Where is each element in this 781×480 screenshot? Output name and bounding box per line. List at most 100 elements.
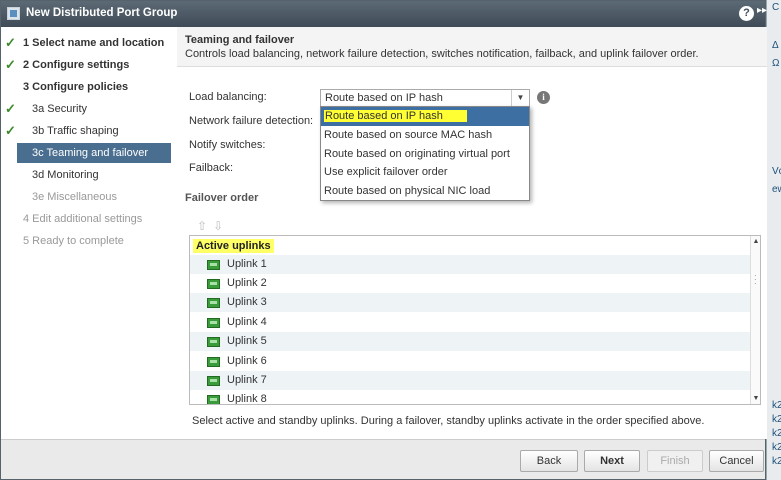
uplink-label: Uplink 2 bbox=[227, 277, 267, 289]
step-security[interactable]: ✓ 3a Security bbox=[1, 99, 177, 119]
expand-icon[interactable]: ▸▸ bbox=[757, 5, 767, 16]
step-label: 3a Security bbox=[32, 103, 88, 115]
step-monitoring[interactable]: 3d Monitoring bbox=[1, 165, 177, 185]
checkmark-icon: ✓ bbox=[5, 57, 16, 72]
scroll-up-icon[interactable]: ▲ bbox=[751, 238, 760, 245]
step-miscellaneous: 3e Miscellaneous bbox=[1, 187, 177, 207]
step-traffic-shaping[interactable]: ✓ 3b Traffic shaping bbox=[1, 121, 177, 141]
step-label: 3b Traffic shaping bbox=[32, 125, 119, 137]
uplink-row[interactable]: Uplink 5 bbox=[190, 332, 750, 351]
step-configure-policies[interactable]: 3 Configure policies bbox=[1, 77, 177, 97]
bg-text: k2 bbox=[772, 442, 781, 453]
move-down-icon[interactable]: ⇩ bbox=[213, 219, 223, 233]
port-group-icon bbox=[7, 7, 20, 20]
step-teaming-failover[interactable]: 3c Teaming and failover bbox=[17, 143, 171, 163]
step-label: 3c Teaming and failover bbox=[32, 147, 148, 159]
uplink-label: Uplink 7 bbox=[227, 374, 267, 386]
nic-icon bbox=[207, 318, 220, 328]
step-edit-additional: 4 Edit additional settings bbox=[1, 209, 177, 229]
uplink-row[interactable]: Uplink 4 bbox=[190, 313, 750, 332]
uplink-row[interactable]: Uplink 1 bbox=[190, 255, 750, 274]
help-icon[interactable]: ? bbox=[739, 6, 754, 21]
nic-icon bbox=[207, 260, 220, 270]
dialog-footer: Back Next Finish Cancel bbox=[1, 439, 765, 479]
nic-icon bbox=[207, 298, 220, 308]
bg-text: Δ bbox=[772, 40, 779, 51]
step-label: 3e Miscellaneous bbox=[32, 191, 117, 203]
dropdown-option-virtual-port[interactable]: Route based on originating virtual port bbox=[321, 145, 529, 164]
bg-text: ew bbox=[772, 184, 781, 195]
section-title: Teaming and failover bbox=[185, 34, 295, 46]
checkmark-icon: ✓ bbox=[5, 35, 16, 50]
bg-text: k2 bbox=[772, 400, 781, 411]
bg-text: k2 bbox=[772, 456, 781, 467]
checkmark-icon: ✓ bbox=[5, 101, 16, 116]
info-icon[interactable]: i bbox=[537, 91, 550, 104]
uplinks-list: Active uplinks Uplink 1 Uplink 2 Uplink … bbox=[189, 235, 761, 405]
cancel-button[interactable]: Cancel bbox=[709, 450, 764, 472]
failback-label: Failback: bbox=[189, 162, 234, 174]
load-balancing-dropdown: Route based on IP hash Route based on so… bbox=[320, 106, 530, 201]
network-failure-label: Network failure detection: bbox=[189, 115, 314, 127]
uplink-row[interactable]: Uplink 2 bbox=[190, 274, 750, 293]
back-button[interactable]: Back bbox=[520, 450, 578, 472]
nic-icon bbox=[207, 376, 220, 386]
uplink-label: Uplink 6 bbox=[227, 355, 267, 367]
dialog-title: New Distributed Port Group bbox=[26, 7, 178, 19]
nic-icon bbox=[207, 337, 220, 347]
dropdown-option-ip-hash[interactable]: Route based on IP hash bbox=[321, 107, 529, 126]
step-configure-settings[interactable]: ✓ 2 Configure settings bbox=[1, 55, 177, 75]
step-label: 2 Configure settings bbox=[23, 59, 130, 71]
nic-icon bbox=[207, 279, 220, 289]
uplinks-scrollbar[interactable]: ▲ · · · ▼ bbox=[750, 236, 760, 404]
new-port-group-dialog: New Distributed Port Group ? ▸▸ ✓ 1 Sele… bbox=[0, 0, 767, 480]
dropdown-option-mac-hash[interactable]: Route based on source MAC hash bbox=[321, 126, 529, 145]
dropdown-option-nic-load[interactable]: Route based on physical NIC load bbox=[321, 182, 529, 201]
uplink-label: Uplink 8 bbox=[227, 393, 267, 405]
nic-icon bbox=[207, 395, 220, 404]
scroll-down-icon[interactable]: ▼ bbox=[751, 395, 760, 402]
section-description: Controls load balancing, network failure… bbox=[185, 48, 699, 60]
uplink-row[interactable]: Uplink 7 bbox=[190, 371, 750, 390]
load-balancing-label: Load balancing: bbox=[189, 91, 267, 103]
next-button[interactable]: Next bbox=[584, 450, 640, 472]
bg-text: Ω bbox=[772, 58, 780, 69]
move-arrows: ⇧ ⇩ bbox=[197, 219, 229, 233]
step-label: 5 Ready to complete bbox=[23, 235, 124, 247]
step-label: 3 Configure policies bbox=[23, 81, 129, 93]
active-uplinks-header: Active uplinks bbox=[193, 239, 274, 253]
scroll-grip[interactable]: · · · bbox=[754, 272, 757, 288]
uplink-label: Uplink 3 bbox=[227, 296, 267, 308]
step-label: 1 Select name and location bbox=[23, 37, 165, 49]
uplink-label: Uplink 5 bbox=[227, 335, 267, 347]
uplink-label: Uplink 4 bbox=[227, 316, 267, 328]
step-label: 3d Monitoring bbox=[32, 169, 99, 181]
main-content: Teaming and failover Controls load balan… bbox=[177, 27, 767, 439]
chevron-down-icon[interactable]: ▼ bbox=[511, 90, 529, 106]
dropdown-option-explicit-failover[interactable]: Use explicit failover order bbox=[321, 163, 529, 182]
step-ready-complete: 5 Ready to complete bbox=[1, 231, 177, 251]
finish-button: Finish bbox=[647, 450, 703, 472]
step-label: 4 Edit additional settings bbox=[23, 213, 143, 225]
step-select-name[interactable]: ✓ 1 Select name and location bbox=[1, 33, 177, 53]
load-balancing-value: Route based on IP hash bbox=[325, 92, 443, 104]
bg-text: Vc bbox=[772, 166, 781, 177]
notify-switches-label: Notify switches: bbox=[189, 139, 266, 151]
bg-text: k2 bbox=[772, 428, 781, 439]
uplink-row[interactable]: Uplink 8 bbox=[190, 390, 750, 405]
failover-order-title: Failover order bbox=[185, 192, 259, 204]
uplink-row[interactable]: Uplink 6 bbox=[190, 352, 750, 371]
uplink-label: Uplink 1 bbox=[227, 258, 267, 270]
uplink-row[interactable]: Uplink 3 bbox=[190, 293, 750, 312]
checkmark-icon: ✓ bbox=[5, 123, 16, 138]
move-up-icon[interactable]: ⇧ bbox=[197, 219, 207, 233]
option-label: Route based on IP hash bbox=[324, 110, 467, 122]
wizard-steps: ✓ 1 Select name and location ✓ 2 Configu… bbox=[1, 27, 177, 439]
nic-icon bbox=[207, 357, 220, 367]
bg-text: C bbox=[772, 2, 780, 13]
dialog-titlebar: New Distributed Port Group ? ▸▸ bbox=[1, 1, 767, 27]
load-balancing-select[interactable]: Route based on IP hash ▼ bbox=[320, 89, 530, 107]
failover-hint: Select active and standby uplinks. Durin… bbox=[192, 415, 705, 427]
bg-text: k2 bbox=[772, 414, 781, 425]
background-app-panel: C Δ Ω Vc ew k2 k2 k2 k2 k2 bbox=[766, 0, 781, 480]
